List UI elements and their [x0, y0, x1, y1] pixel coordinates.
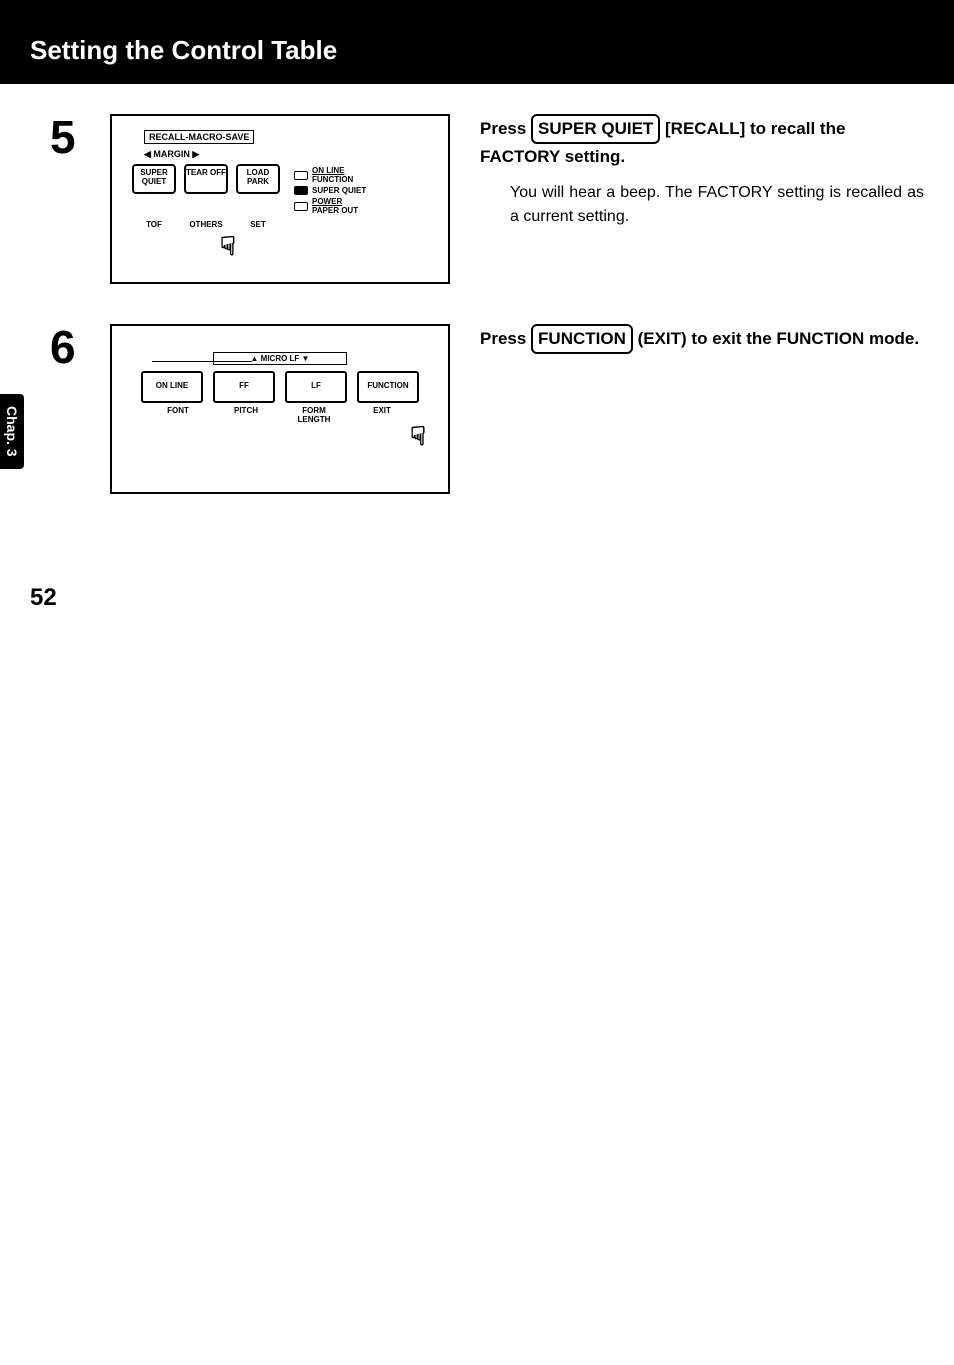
- micro-lf-label: ▲ MICRO LF ▼: [213, 352, 347, 365]
- exit-label: EXIT: [353, 406, 411, 424]
- control-panel-diagram-5: RECALL-MACRO-SAVE ◀ MARGIN ▶ SUPER QUIET…: [110, 114, 450, 284]
- tear-off-button: TEAR OFF: [184, 164, 228, 194]
- step-6-instruction: Press FUNCTION (EXIT) to exit the FUNCTI…: [480, 324, 924, 354]
- step-number: 6: [50, 324, 110, 370]
- connector-line: [152, 361, 252, 362]
- recall-macro-save-label: RECALL-MACRO-SAVE: [144, 130, 254, 144]
- function-button: FUNCTION: [357, 371, 419, 403]
- others-label: OTHERS: [184, 220, 228, 229]
- page-title: Setting the Control Table: [0, 20, 954, 84]
- top-black-bar: [0, 0, 954, 20]
- set-label: SET: [236, 220, 280, 229]
- margin-label: ◀ MARGIN ▶: [144, 149, 438, 160]
- control-panel-diagram-6: ▲ MICRO LF ▼ ON LINE FF LF FUNCTION FONT…: [110, 324, 450, 494]
- pointing-hand-icon: ☟: [220, 231, 236, 262]
- power-led-icon: [294, 202, 308, 211]
- load-park-button: LOAD PARK: [236, 164, 280, 194]
- super-quiet-led-icon: [294, 186, 308, 195]
- ff-button: FF: [213, 371, 275, 403]
- function-keycap: FUNCTION: [531, 324, 633, 354]
- pointing-hand-icon: ☟: [410, 421, 426, 452]
- step-5-body: You will hear a beep. The FACTORY settin…: [510, 181, 924, 229]
- font-label: FONT: [149, 406, 207, 424]
- pitch-label: PITCH: [217, 406, 275, 424]
- lf-button: LF: [285, 371, 347, 403]
- step-5: 5 RECALL-MACRO-SAVE ◀ MARGIN ▶ SUPER QUI…: [50, 114, 924, 284]
- step-5-instruction: Press SUPER QUIET [RECALL] to recall the…: [480, 114, 924, 169]
- step-6: 6 ▲ MICRO LF ▼ ON LINE FF LF FUNCTION FO…: [50, 324, 924, 494]
- page-number: 52: [0, 574, 954, 632]
- step-number: 5: [50, 114, 110, 160]
- super-quiet-button: SUPER QUIET: [132, 164, 176, 194]
- chapter-tab: Chap. 3: [0, 394, 24, 469]
- super-quiet-keycap: SUPER QUIET: [531, 114, 660, 144]
- led-indicators: ON LINEFUNCTION SUPER QUIET POWERPAPER O…: [294, 164, 366, 217]
- online-led-icon: [294, 171, 308, 180]
- form-length-label: FORM LENGTH: [285, 406, 343, 424]
- on-line-button: ON LINE: [141, 371, 203, 403]
- tof-label: TOF: [132, 220, 176, 229]
